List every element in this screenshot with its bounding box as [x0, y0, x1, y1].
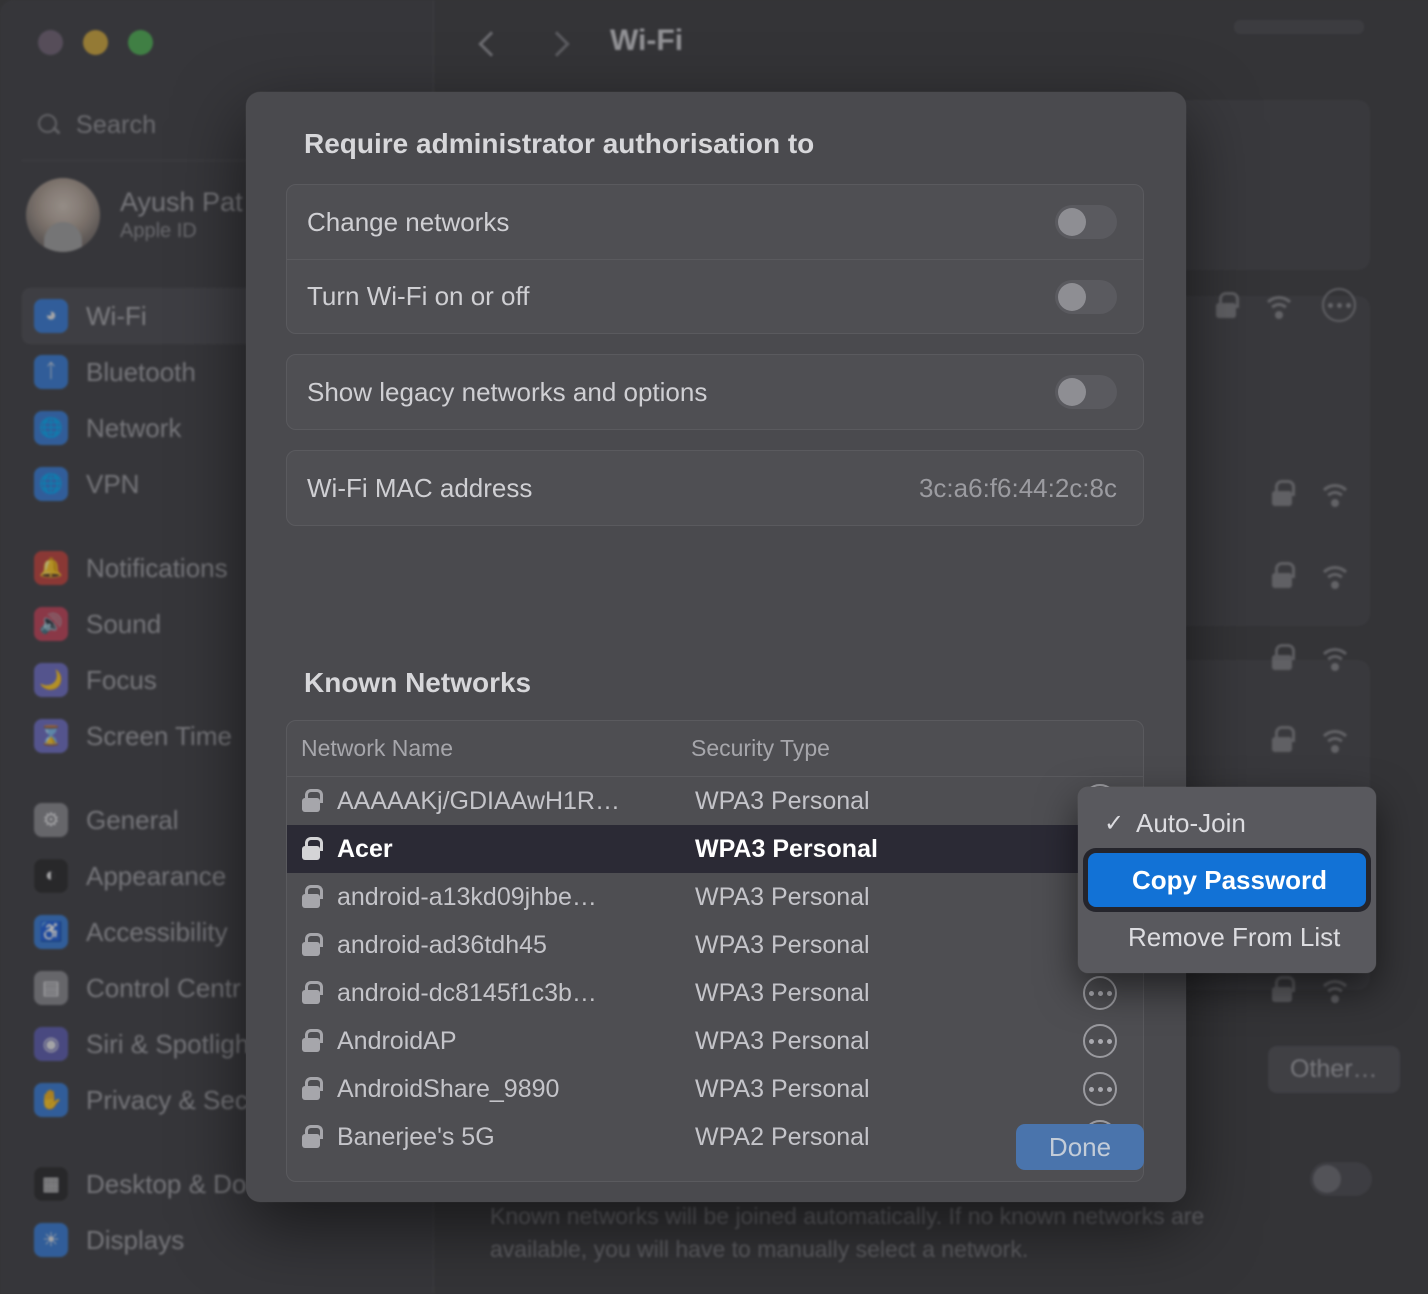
known-networks-heading: Known Networks	[304, 667, 532, 698]
table-row[interactable]: Acer WPA3 Personal	[287, 825, 1143, 873]
table-row[interactable]: AAAAAKj/GDIAAwH1R… WPA3 Personal	[287, 777, 1143, 825]
row-label: Change networks	[307, 206, 510, 237]
more-options-icon[interactable]	[1083, 1072, 1117, 1106]
sheet-title: Require administrator authorisation to	[304, 128, 815, 159]
security-type: WPA3 Personal	[695, 1026, 870, 1055]
security-type: WPA3 Personal	[695, 1074, 870, 1103]
security-type: WPA3 Personal	[695, 786, 870, 815]
network-name: android-dc8145f1c3b…	[337, 978, 597, 1007]
lock-icon	[301, 836, 323, 862]
table-row[interactable]: AndroidShare_9890 WPA3 Personal	[287, 1065, 1143, 1113]
row-change-networks[interactable]: Change networks	[287, 185, 1143, 259]
network-name: AndroidShare_9890	[337, 1074, 560, 1103]
security-type: WPA3 Personal	[695, 882, 870, 911]
row-label: Wi-Fi MAC address	[307, 472, 533, 503]
security-type: WPA3 Personal	[695, 834, 878, 863]
table-row[interactable]: android-dc8145f1c3b… WPA3 Personal	[287, 969, 1143, 1017]
lock-icon	[301, 1076, 323, 1102]
lock-icon	[301, 932, 323, 958]
row-label: Show legacy networks and options	[307, 376, 708, 407]
checkmark-icon: ✓	[1104, 809, 1125, 837]
screen: Wi-Fi Other… Known networks will be join…	[0, 0, 1428, 1294]
known-networks-table: Network Name Security Type AAAAAKj/GDIAA…	[286, 720, 1144, 1182]
mac-address-group: Wi-Fi MAC address 3c:a6:f6:44:2c:8c	[286, 450, 1144, 526]
column-header-security-type: Security Type	[691, 735, 830, 761]
network-context-menu: ✓ Auto-Join Copy Password Remove From Li…	[1078, 787, 1376, 973]
more-options-icon[interactable]	[1083, 976, 1117, 1010]
lock-icon	[301, 1124, 323, 1150]
security-type: WPA3 Personal	[695, 978, 870, 1007]
table-row[interactable]: AndroidAP WPA3 Personal	[287, 1017, 1143, 1065]
table-row[interactable]: android-ad36tdh45 WPA3 Personal	[287, 921, 1143, 969]
table-row[interactable]: android-a13kd09jhbe… WPA3 Personal	[287, 873, 1143, 921]
security-type: WPA2 Personal	[695, 1122, 870, 1151]
network-name: AndroidAP	[337, 1026, 457, 1055]
more-options-icon[interactable]	[1083, 1024, 1117, 1058]
network-name: AAAAAKj/GDIAAwH1R…	[337, 786, 620, 815]
network-name: Banerjee's 5G	[337, 1122, 495, 1151]
lock-icon	[301, 980, 323, 1006]
done-button[interactable]: Done	[1016, 1124, 1144, 1170]
mac-address-value: 3c:a6:f6:44:2c:8c	[918, 472, 1117, 503]
row-label: Turn Wi-Fi on or off	[307, 281, 530, 311]
menu-item-copy-password[interactable]: Copy Password	[1088, 853, 1366, 907]
menu-item-label: Auto-Join	[1136, 807, 1246, 838]
legacy-networks-group: Show legacy networks and options	[286, 354, 1144, 430]
network-name: Acer	[337, 834, 393, 863]
admin-auth-group: Change networks Turn Wi-Fi on or off	[286, 184, 1144, 334]
table-row[interactable]: Banerjee's 5G WPA2 Personal	[287, 1113, 1143, 1161]
lock-icon	[301, 1028, 323, 1054]
table-header: Network Name Security Type	[287, 721, 1143, 777]
lock-icon	[301, 788, 323, 814]
menu-item-auto-join[interactable]: ✓ Auto-Join	[1078, 797, 1376, 849]
lock-icon	[301, 884, 323, 910]
row-turn-wifi-on-off[interactable]: Turn Wi-Fi on or off	[287, 259, 1143, 333]
menu-item-label: Remove From List	[1128, 921, 1341, 952]
column-header-network-name: Network Name	[301, 735, 454, 761]
row-wifi-mac-address: Wi-Fi MAC address 3c:a6:f6:44:2c:8c	[287, 451, 1143, 525]
change-networks-toggle[interactable]	[1055, 205, 1117, 239]
menu-item-remove-from-list[interactable]: Remove From List	[1078, 911, 1376, 963]
network-name: android-ad36tdh45	[337, 930, 547, 959]
security-type: WPA3 Personal	[695, 930, 870, 959]
wifi-advanced-sheet: Require administrator authorisation to C…	[246, 92, 1186, 1202]
network-name: android-a13kd09jhbe…	[337, 882, 597, 911]
row-show-legacy-networks[interactable]: Show legacy networks and options	[287, 355, 1143, 429]
show-legacy-toggle[interactable]	[1055, 375, 1117, 409]
turn-wifi-toggle[interactable]	[1055, 279, 1117, 314]
menu-item-label: Copy Password	[1132, 864, 1328, 895]
